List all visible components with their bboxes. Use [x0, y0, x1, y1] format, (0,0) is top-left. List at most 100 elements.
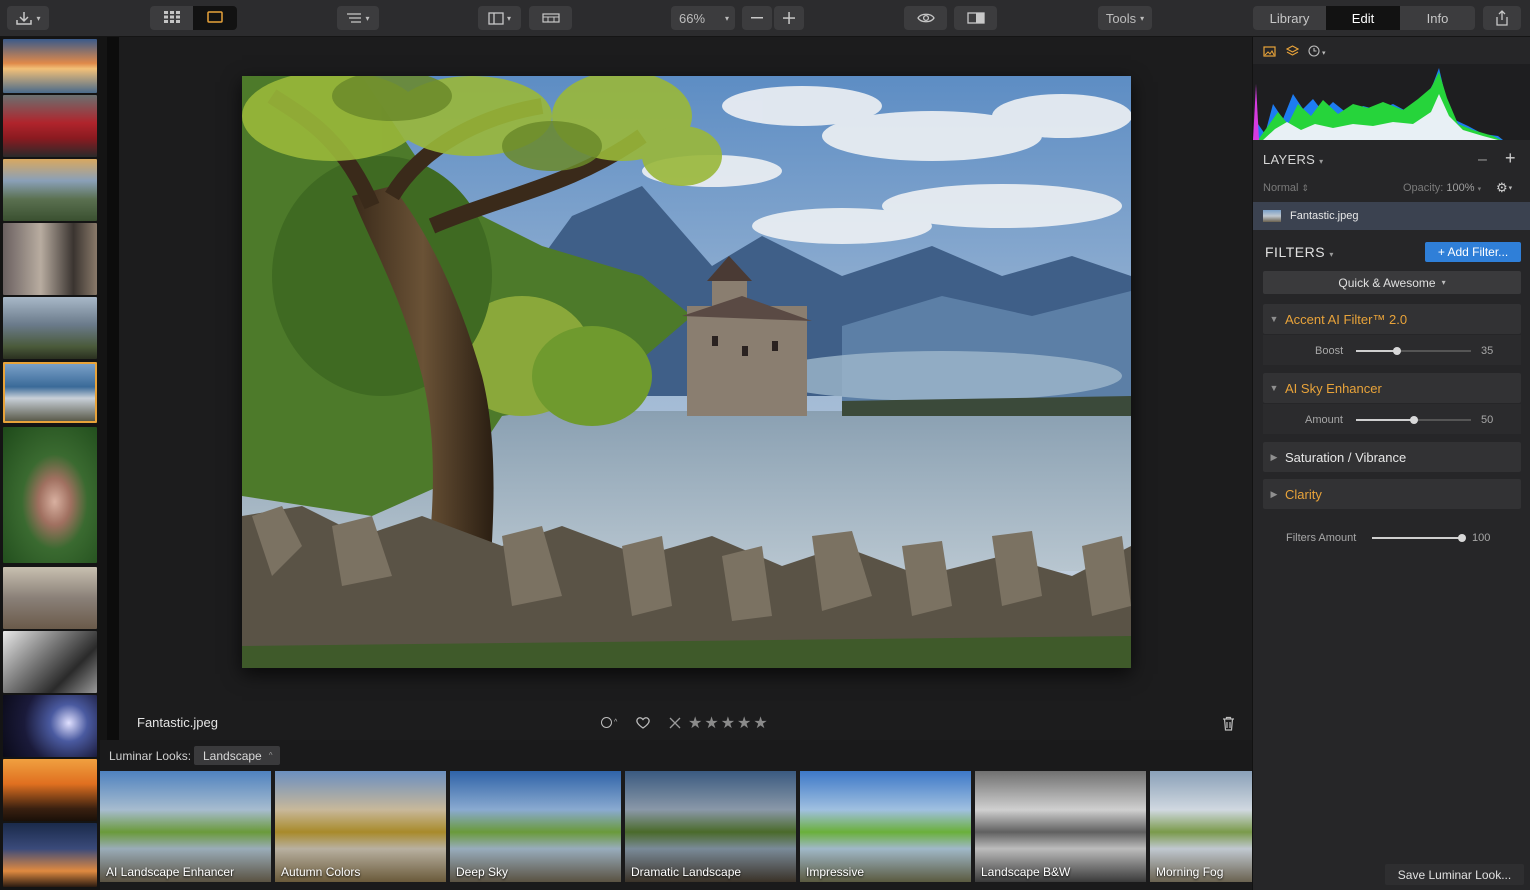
look-preset[interactable]: Impressive — [800, 771, 971, 882]
filter-accent-ai[interactable]: ▼ Accent AI Filter™ 2.0 — [1263, 304, 1521, 334]
looks-category-select[interactable]: Landscape ^ — [194, 746, 280, 765]
look-preset[interactable]: Morning Fog — [1150, 771, 1252, 882]
single-image-view-button[interactable] — [193, 6, 237, 30]
import-button[interactable]: ▾ — [7, 6, 49, 30]
star-icon[interactable]: ★ — [704, 713, 718, 733]
filmstrip-thumb[interactable] — [3, 95, 97, 157]
chevron-down-icon: ▾ — [1477, 186, 1482, 193]
layers-title[interactable]: LAYERS ▾ — [1263, 152, 1323, 167]
filters-title[interactable]: FILTERS ▾ — [1265, 244, 1334, 260]
slider-knob[interactable] — [1410, 416, 1418, 424]
opacity-value: 100% — [1446, 182, 1475, 194]
save-look-button[interactable]: Save Luminar Look... — [1385, 864, 1524, 885]
look-preset[interactable]: Landscape B&W — [975, 771, 1146, 882]
delete-button[interactable] — [1222, 716, 1235, 736]
chevron-down-icon: ▾ — [1319, 157, 1324, 166]
layers-title-text: LAYERS — [1263, 152, 1316, 167]
star-rating[interactable]: ★ ★ ★ ★ ★ — [688, 713, 768, 733]
zoom-select[interactable]: 66% ▾ — [671, 6, 735, 30]
filmstrip-divider — [107, 37, 119, 740]
filmstrip-thumb[interactable] — [3, 695, 97, 757]
filmstrip-thumb[interactable] — [3, 159, 97, 221]
opacity-control[interactable]: Opacity: 100% ▾ — [1403, 182, 1481, 194]
star-icon[interactable]: ★ — [688, 713, 702, 733]
compare-button[interactable] — [954, 6, 997, 30]
minus-icon: – — [1478, 151, 1487, 168]
chevron-down-icon: ▾ — [36, 13, 41, 23]
plus-icon: + — [1505, 148, 1516, 168]
amount-value[interactable]: 50 — [1481, 414, 1493, 426]
up-down-icon: ⇕ — [1301, 183, 1310, 193]
blend-mode-select[interactable]: Normal ⇕ — [1263, 182, 1309, 194]
look-label: Impressive — [806, 865, 865, 879]
look-label: Deep Sky — [456, 865, 509, 879]
filmstrip-toggle-button[interactable] — [529, 6, 572, 30]
filmstrip-thumb[interactable] — [3, 39, 97, 93]
favorite-button[interactable] — [636, 716, 650, 734]
circle-icon — [601, 717, 612, 728]
gear-icon: ⚙ — [1496, 180, 1508, 195]
add-filter-button[interactable]: + Add Filter... — [1425, 242, 1521, 262]
main-photo[interactable] — [242, 76, 1131, 668]
look-preset[interactable]: AI Landscape Enhancer — [100, 771, 271, 882]
sort-menu-button[interactable]: ▾ — [337, 6, 379, 30]
luminar-looks-bar: Luminar Looks: Landscape ^ AI Landscape … — [100, 740, 1252, 890]
add-layer-button[interactable]: + — [1505, 148, 1516, 169]
star-icon[interactable]: ★ — [753, 713, 767, 733]
filmstrip-thumb-selected[interactable] — [3, 362, 97, 423]
filmstrip-thumb[interactable] — [3, 567, 97, 629]
star-icon[interactable]: ★ — [721, 713, 735, 733]
preview-toggle-button[interactable] — [904, 6, 947, 30]
filmstrip-thumb[interactable] — [3, 823, 97, 887]
share-button[interactable] — [1483, 6, 1521, 30]
tab-edit[interactable]: Edit — [1326, 6, 1400, 30]
filters-title-text: FILTERS — [1265, 244, 1326, 260]
look-preset[interactable]: Dramatic Landscape — [625, 771, 796, 882]
panels-toggle-button[interactable]: ▾ — [478, 6, 521, 30]
filters-amount-value[interactable]: 100 — [1472, 532, 1490, 544]
tab-info[interactable]: Info — [1400, 6, 1475, 30]
look-label: Landscape B&W — [981, 865, 1071, 879]
amount-slider[interactable] — [1356, 416, 1471, 424]
zoom-in-button[interactable] — [774, 6, 804, 30]
filter-clarity[interactable]: ▶ Clarity — [1263, 479, 1521, 509]
single-frame-icon — [207, 10, 223, 26]
boost-slider[interactable] — [1356, 347, 1471, 355]
histogram-toggle[interactable] — [1263, 44, 1276, 62]
zoom-out-button[interactable] — [742, 6, 772, 30]
filmstrip-thumb[interactable] — [3, 759, 97, 821]
tools-menu-button[interactable]: Tools ▾ — [1098, 6, 1152, 30]
chevron-down-icon: ▾ — [724, 13, 729, 23]
image-filename: Fantastic.jpeg — [137, 715, 218, 730]
filmstrip-thumb[interactable] — [3, 297, 97, 359]
slider-knob[interactable] — [1393, 347, 1401, 355]
zoom-value: 66% — [679, 10, 706, 26]
color-label-picker[interactable]: ^ — [601, 717, 617, 728]
slider-knob[interactable] — [1458, 534, 1466, 542]
gallery-view-button[interactable] — [150, 6, 193, 30]
grid-icon — [163, 10, 180, 26]
look-preset[interactable]: Autumn Colors — [275, 771, 446, 882]
look-preset[interactable]: Deep Sky — [450, 771, 621, 882]
filter-ai-sky-enhancer[interactable]: ▼ AI Sky Enhancer — [1263, 373, 1521, 403]
history-toggle[interactable]: ▾ — [1308, 44, 1326, 62]
disclosure-open-icon: ▼ — [1269, 383, 1279, 393]
eye-icon — [916, 12, 935, 24]
layers-toggle[interactable] — [1285, 44, 1300, 62]
tab-library[interactable]: Library — [1253, 6, 1326, 30]
filters-amount-slider[interactable] — [1372, 534, 1466, 542]
mode-tabs: Library Edit Info — [1253, 6, 1475, 30]
filmstrip-thumb[interactable] — [3, 223, 97, 295]
image-icon — [1263, 44, 1276, 61]
filter-saturation-vibrance[interactable]: ▶ Saturation / Vibrance — [1263, 442, 1521, 472]
looks-category-value: Landscape — [203, 748, 262, 763]
layer-settings-button[interactable]: ⚙ ▾ — [1496, 180, 1512, 196]
boost-value[interactable]: 35 — [1481, 345, 1493, 357]
layer-row-selected[interactable]: Fantastic.jpeg — [1253, 202, 1530, 230]
workspace-select[interactable]: Quick & Awesome ▾ — [1263, 271, 1521, 294]
filmstrip-thumb[interactable] — [3, 427, 97, 563]
filmstrip-thumb[interactable] — [3, 631, 97, 693]
reject-button[interactable] — [669, 716, 681, 734]
remove-layer-button[interactable]: – — [1478, 151, 1487, 169]
star-icon[interactable]: ★ — [737, 713, 751, 733]
